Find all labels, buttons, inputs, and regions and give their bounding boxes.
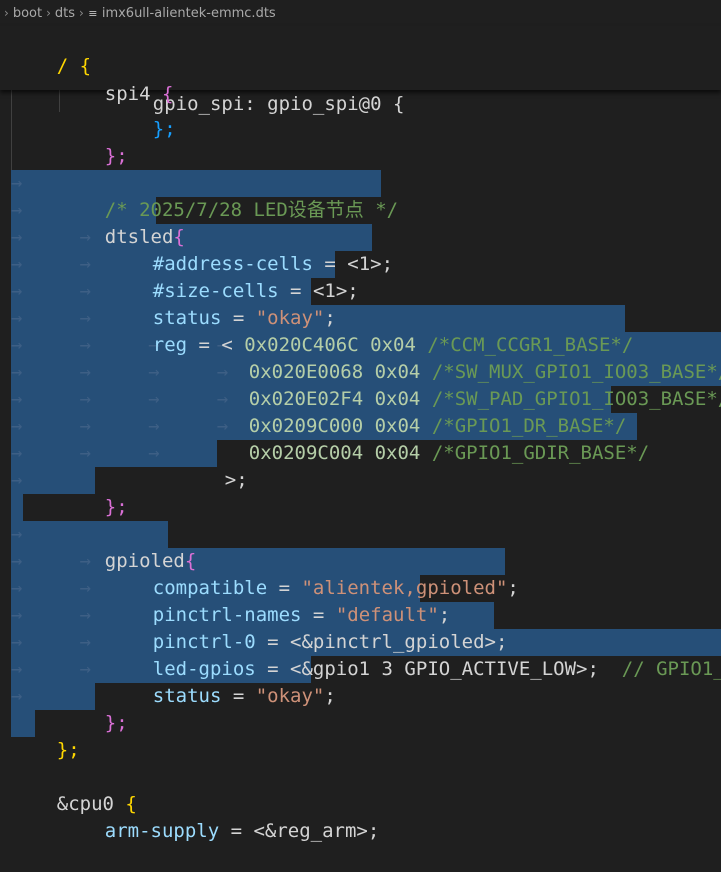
whitespace-tab-icon: → → bbox=[11, 631, 92, 653]
code-line-compatible[interactable]: compatible = "alientek,gpioled"; bbox=[107, 548, 519, 599]
whitespace-tab-icon: → bbox=[11, 469, 23, 491]
spi4-brace: { bbox=[161, 83, 174, 105]
chevron-right-icon: › bbox=[46, 6, 51, 20]
code-line-reg[interactable]: reg = < 0x020C406C 0x04 /*CCM_CCGR1_BASE… bbox=[107, 305, 634, 356]
whitespace-tab-icon: → → → → bbox=[11, 388, 229, 410]
chevron-right-icon: › bbox=[79, 6, 84, 20]
close-brace: }; bbox=[56, 739, 80, 761]
code-line-pinctrl-names[interactable]: pinctrl-names = "default"; bbox=[107, 575, 450, 626]
line-comment: // GPIO1_p bbox=[621, 658, 721, 680]
property-name: arm-supply bbox=[104, 820, 220, 842]
code-line[interactable]: }; bbox=[11, 710, 80, 761]
selection-highlight bbox=[11, 494, 23, 521]
code-line-address-cells[interactable]: #address-cells = <1>; bbox=[107, 224, 393, 275]
sticky-scroll-header[interactable]: / { spi4 { bbox=[0, 26, 721, 105]
property-value: <&reg_arm>; bbox=[253, 820, 380, 842]
close-brace: }; bbox=[104, 145, 128, 167]
code-line-reg-row[interactable]: 0x0209C004 0x04 /*GPIO1_GDIR_BASE*/ bbox=[203, 413, 649, 464]
code-line[interactable]: }; bbox=[59, 467, 128, 518]
code-line-reg-row[interactable]: 0x0209C000 0x04 /*GPIO1_DR_BASE*/ bbox=[203, 386, 627, 437]
code-line-pinctrl-0[interactable]: pinctrl-0 = <&pinctrl_gpioled>; bbox=[107, 602, 508, 653]
breadcrumb-item-file[interactable]: imx6ull-alientek-emmc.dts bbox=[102, 6, 276, 21]
spi4-node-name: spi4 bbox=[104, 83, 151, 105]
code-line-status[interactable]: status = "okay"; bbox=[107, 656, 336, 707]
property-name: reg bbox=[152, 334, 188, 356]
sticky-line-root[interactable]: / { bbox=[11, 26, 91, 77]
code-line-dtsled[interactable]: dtsled{ bbox=[59, 197, 185, 248]
whitespace-tab-icon: → → bbox=[11, 307, 92, 329]
breadcrumb-item-dts[interactable]: dts bbox=[55, 6, 75, 21]
whitespace-tab-icon: → → bbox=[11, 280, 92, 302]
reg-address: 0x0209C004 bbox=[248, 442, 364, 464]
whitespace-tab-icon: → → → → bbox=[11, 415, 229, 437]
reg-size: 0x04 bbox=[374, 442, 421, 464]
code-line-comment[interactable]: /* 2025/7/28 LED设备节点 */ bbox=[59, 170, 398, 221]
whitespace-tab-icon: → → bbox=[11, 604, 92, 626]
code-line[interactable]: }; bbox=[59, 683, 128, 734]
reg-end: >; bbox=[224, 469, 248, 491]
close-brace: }; bbox=[152, 118, 176, 140]
close-brace: }; bbox=[104, 496, 128, 518]
property-name: status bbox=[152, 685, 222, 707]
close-brace: }; bbox=[104, 712, 128, 734]
code-line-size-cells[interactable]: #size-cells = <1>; bbox=[107, 251, 359, 302]
whitespace-tab-icon: → bbox=[11, 172, 23, 194]
property-value: "okay" bbox=[255, 685, 325, 707]
sticky-line-spi4[interactable]: spi4 { bbox=[59, 54, 174, 105]
file-lines-icon: ≡ bbox=[88, 6, 98, 20]
code-line-arm-supply[interactable]: arm-supply = <&reg_arm>; bbox=[59, 791, 380, 842]
whitespace-tab-icon: → → → bbox=[11, 442, 160, 464]
code-line-gpioled[interactable]: gpioled{ bbox=[59, 521, 197, 572]
breadcrumb-item-boot[interactable]: boot bbox=[13, 6, 42, 21]
breadcrumb: › boot › dts › ≡ imx6ull-alientek-emmc.d… bbox=[0, 0, 721, 26]
code-line-reg-row[interactable]: 0x020E02F4 0x04 /*SW_PAD_GPIO1_IO03_BASE… bbox=[203, 359, 721, 410]
code-line-reg-row[interactable]: 0x020E0068 0x04 /*SW_MUX_GPIO1_IO03_BASE… bbox=[203, 332, 721, 383]
whitespace-tab-icon: → bbox=[11, 199, 23, 221]
chevron-right-icon: › bbox=[4, 6, 9, 20]
code-line-led-gpios[interactable]: led-gpios = <&gpio1 3 GPIO_ACTIVE_LOW>; … bbox=[107, 629, 721, 680]
whitespace-tab-icon: → bbox=[11, 523, 23, 545]
gpio-spi-node: gpio_spi: gpio_spi@0 { bbox=[152, 93, 405, 115]
whitespace-tab-icon: → bbox=[11, 685, 23, 707]
code-line-cpu0[interactable]: &cpu0 { bbox=[11, 764, 137, 815]
code-line-reg-end[interactable]: >; bbox=[179, 440, 248, 491]
whitespace-tab-icon: → → bbox=[11, 658, 92, 680]
code-line-status[interactable]: status = "okay"; bbox=[107, 278, 336, 329]
reg-comment: /*GPIO1_GDIR_BASE*/ bbox=[431, 442, 650, 464]
property-value: <&gpio1 3 GPIO_ACTIVE_LOW>; bbox=[290, 658, 599, 680]
